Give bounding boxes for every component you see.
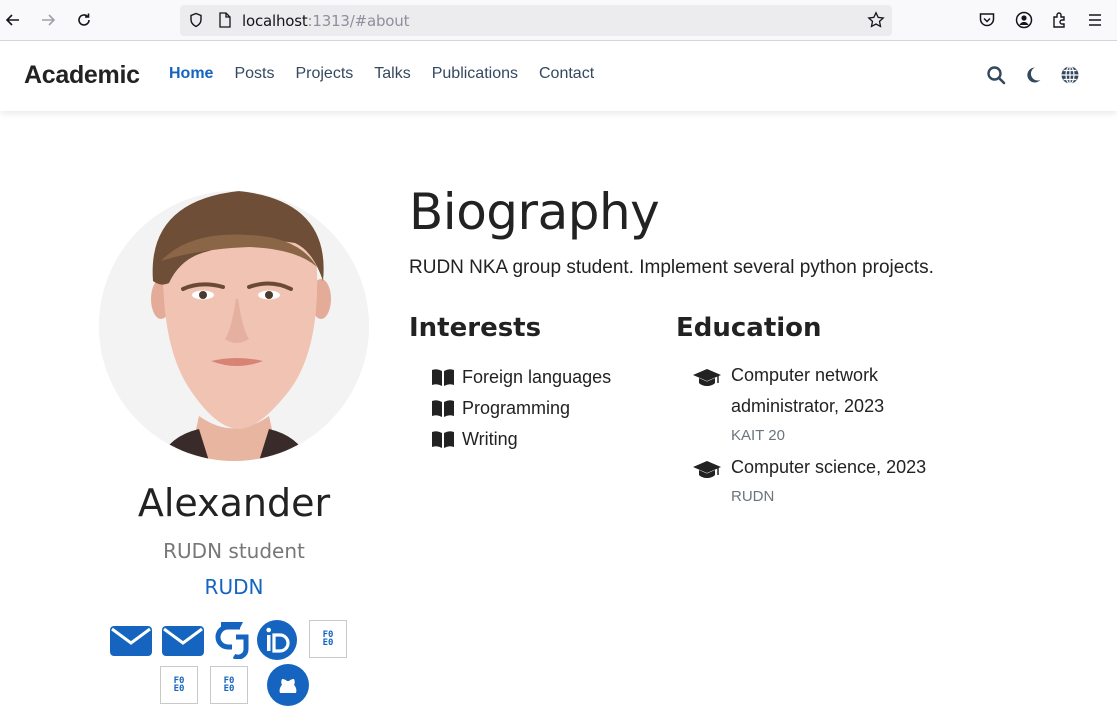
url-bar[interactable]: localhost:1313/#about [180, 5, 892, 36]
education-course: Computer science, 2023 [731, 457, 927, 477]
github-icon[interactable] [266, 664, 310, 706]
interests-title: Interests [409, 313, 542, 343]
hamburger-menu-icon[interactable] [1085, 10, 1105, 30]
extensions-icon[interactable] [1050, 10, 1070, 30]
book-open-icon [432, 399, 454, 417]
missing-icon[interactable]: F0 E0 [157, 665, 201, 705]
brand-logo[interactable]: Academic [24, 61, 140, 90]
education-institution: KAIT 20 [731, 427, 785, 444]
book-open-icon [432, 430, 454, 448]
url-text[interactable]: localhost:1313/#about [242, 12, 409, 30]
interest-label: Programming [462, 397, 571, 418]
interest-label: Foreign languages [462, 366, 612, 387]
graduation-cap-icon [693, 459, 721, 481]
education-course: Computer network [731, 365, 879, 385]
site-navbar: Academic Home Posts Projects Talks Publi… [0, 41, 1117, 111]
reload-icon[interactable] [73, 9, 95, 31]
pocket-icon[interactable] [977, 10, 997, 30]
account-icon[interactable] [1014, 10, 1034, 30]
bookmark-star-icon[interactable] [866, 10, 886, 30]
interest-label: Writing [462, 428, 518, 449]
book-open-icon [432, 368, 454, 386]
menu-item-publications[interactable]: Publications [432, 65, 518, 83]
missing-icon[interactable]: F0 E0 [306, 619, 350, 659]
search-icon[interactable] [985, 64, 1007, 86]
url-host: localhost [242, 12, 308, 30]
shield-icon[interactable] [186, 10, 206, 30]
page-icon[interactable] [215, 10, 235, 30]
missing-icon[interactable]: F0 E0 [207, 665, 251, 705]
menu-item-talks[interactable]: Talks [374, 65, 410, 83]
forward-arrow-icon[interactable] [37, 9, 59, 31]
profile-organization-link[interactable]: RUDN [99, 575, 369, 599]
menu-item-home[interactable]: Home [169, 65, 213, 83]
interest-item: Programming [432, 396, 570, 420]
education-title: Education [676, 313, 822, 343]
biography-text: RUDN NKA group student. Implement severa… [409, 257, 934, 278]
profile-name: Alexander [137, 481, 331, 525]
moon-icon[interactable] [1022, 64, 1044, 86]
menu-item-projects[interactable]: Projects [295, 65, 353, 83]
google-scholar-icon[interactable] [210, 620, 254, 660]
profile-role: RUDN student [163, 539, 305, 563]
graduation-cap-icon [693, 367, 721, 389]
menu-item-posts[interactable]: Posts [234, 65, 274, 83]
education-institution: RUDN [731, 488, 775, 505]
browser-toolbar: localhost:1313/#about [0, 0, 1117, 41]
orcid-icon[interactable] [255, 620, 299, 660]
main-menu: Home Posts Projects Talks Publications C… [169, 65, 615, 83]
avatar [99, 191, 369, 461]
education-course-continued: administrator, 2023 [731, 396, 885, 416]
envelope-icon[interactable] [161, 621, 205, 661]
interest-item: Writing [432, 427, 518, 451]
biography-title: Biography [409, 183, 660, 241]
globe-icon[interactable] [1059, 64, 1081, 86]
menu-item-contact[interactable]: Contact [539, 65, 594, 83]
interest-item: Foreign languages [432, 365, 611, 389]
back-arrow-icon[interactable] [2, 9, 24, 31]
envelope-icon[interactable] [109, 621, 153, 661]
url-path: :1313/#about [307, 12, 410, 30]
